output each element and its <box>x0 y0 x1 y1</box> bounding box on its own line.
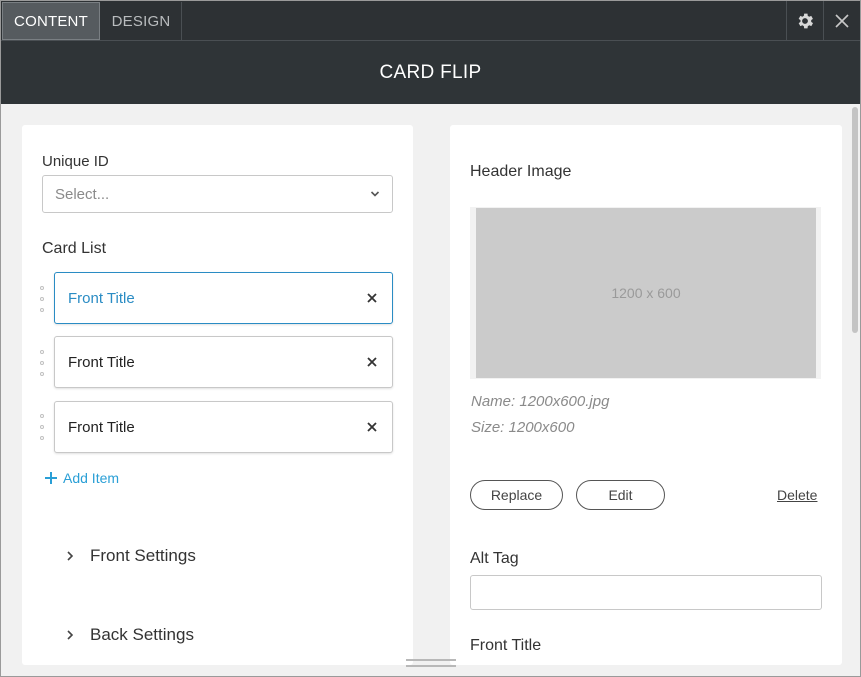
card-item-title: Front Title <box>68 353 135 371</box>
top-tab-bar: CONTENT DESIGN <box>1 1 860 41</box>
unique-id-select[interactable]: Select... <box>42 175 393 213</box>
tab-content[interactable]: CONTENT <box>2 2 100 40</box>
card-list-label: Card List <box>42 240 107 257</box>
header-image-frame: 1200 x 600 <box>470 207 821 379</box>
delete-link[interactable]: Delete <box>777 487 817 503</box>
left-settings-panel: Unique ID Select... Card List Front Titl… <box>22 125 413 665</box>
image-dimensions-placeholder: 1200 x 600 <box>611 285 681 301</box>
drag-handle-icon[interactable] <box>40 414 46 440</box>
gear-icon <box>798 13 813 29</box>
panel-title: CARD FLIP <box>1 41 860 104</box>
x-icon <box>367 293 377 303</box>
header-image-preview[interactable]: 1200 x 600 <box>476 208 816 378</box>
tab-design[interactable]: DESIGN <box>101 2 182 40</box>
image-size: Size: 1200x600 <box>471 419 575 436</box>
edit-button[interactable]: Edit <box>576 480 665 510</box>
add-item-button[interactable]: Add Item <box>44 470 119 486</box>
alt-tag-label: Alt Tag <box>470 550 519 567</box>
settings-button[interactable] <box>786 1 822 41</box>
unique-id-placeholder: Select... <box>55 185 110 203</box>
back-settings-label: Back Settings <box>90 625 194 644</box>
x-icon <box>367 357 377 367</box>
card-list-item[interactable]: Front Title <box>54 336 393 388</box>
header-image-label: Header Image <box>470 163 572 180</box>
front-settings-section[interactable]: Front Settings <box>66 546 196 566</box>
plus-icon <box>45 472 57 484</box>
right-settings-panel: Header Image 1200 x 600 Name: 1200x600.j… <box>450 125 842 665</box>
card-list-item[interactable]: Front Title <box>54 401 393 453</box>
chevron-right-icon <box>67 551 74 561</box>
remove-card-button[interactable] <box>364 419 380 435</box>
alt-tag-input[interactable] <box>470 575 822 610</box>
back-settings-section[interactable]: Back Settings <box>66 625 194 645</box>
drag-handle-icon[interactable] <box>40 350 46 376</box>
image-name: Name: 1200x600.jpg <box>471 393 610 410</box>
chevron-right-icon <box>67 630 74 640</box>
remove-card-button[interactable] <box>364 354 380 370</box>
card-list-item[interactable]: Front Title <box>54 272 393 324</box>
front-title-label: Front Title <box>470 637 542 654</box>
x-icon <box>367 422 377 432</box>
replace-button[interactable]: Replace <box>470 480 563 510</box>
add-item-label: Add Item <box>63 470 120 486</box>
card-item-title: Front Title <box>68 289 135 307</box>
front-settings-label: Front Settings <box>90 546 196 565</box>
scrollbar[interactable] <box>850 105 860 653</box>
card-item-title: Front Title <box>68 418 135 436</box>
card-flip-editor-window: CONTENT DESIGN CARD FLIP Unique ID Selec… <box>0 0 861 677</box>
drag-handle-icon[interactable] <box>40 286 46 312</box>
resize-handle[interactable] <box>406 659 456 667</box>
close-button[interactable] <box>823 1 859 41</box>
scrollbar-thumb[interactable] <box>852 107 858 333</box>
remove-card-button[interactable] <box>364 290 380 306</box>
unique-id-label: Unique ID <box>42 153 109 170</box>
close-icon <box>834 14 849 28</box>
chevron-down-icon <box>370 191 380 197</box>
